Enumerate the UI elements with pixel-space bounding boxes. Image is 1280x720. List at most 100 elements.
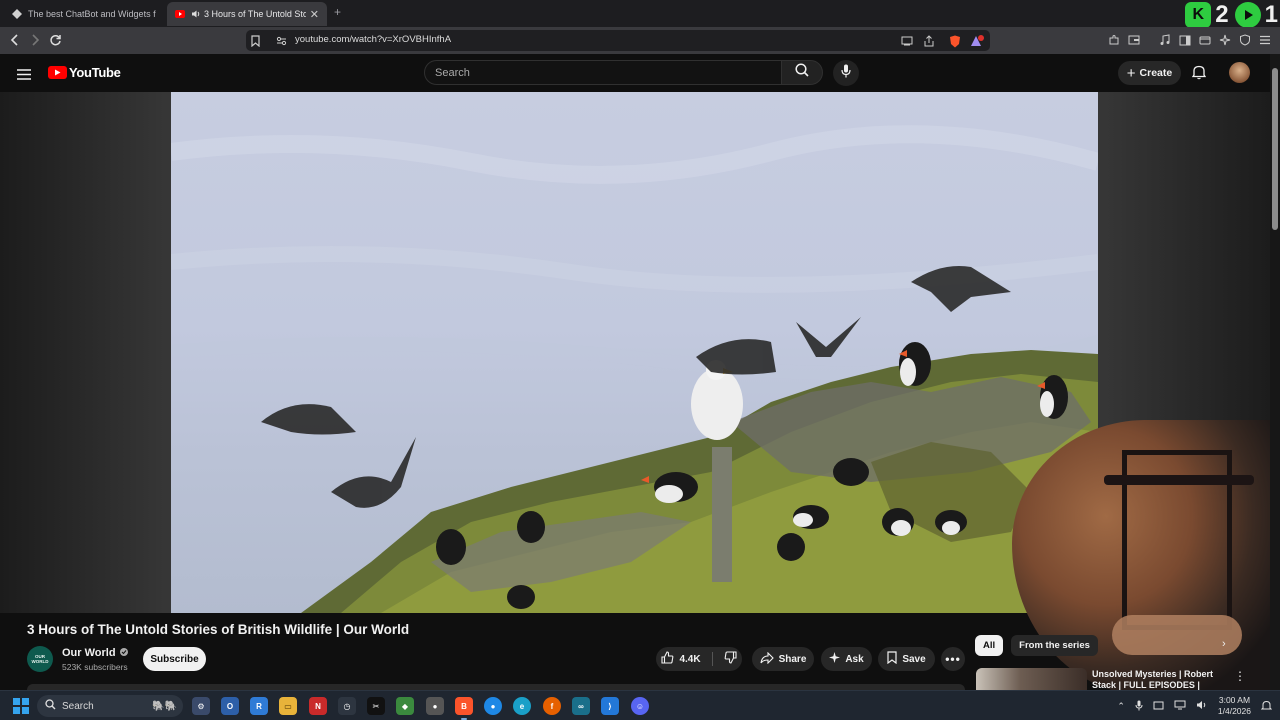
chip-all[interactable]: All xyxy=(975,634,1004,656)
channel-name-text: Our World xyxy=(62,647,116,659)
outlook-app-icon[interactable]: O xyxy=(221,697,239,715)
create-button[interactable]: + Create xyxy=(1118,61,1181,85)
search-highlight-icon: 🐘🐘 xyxy=(152,700,177,712)
youtube-wordmark: YouTube xyxy=(69,65,121,80)
capcut-app-icon[interactable]: ✂ xyxy=(367,697,385,715)
save-button[interactable]: Save xyxy=(878,647,935,671)
news-app-icon[interactable]: N xyxy=(309,697,327,715)
discord-app-icon[interactable]: ☺ xyxy=(631,697,649,715)
ask-button[interactable]: Ask xyxy=(821,647,872,671)
wallet-card-icon[interactable] xyxy=(1198,33,1212,47)
chevron-right-icon[interactable]: › xyxy=(1222,638,1226,650)
recommended-video-title[interactable]: Unsolved Mysteries | Robert Stack | FULL… xyxy=(1092,669,1222,691)
file-explorer-icon[interactable]: ▭ xyxy=(279,697,297,715)
video-player[interactable] xyxy=(171,92,1098,613)
microphone-tray-icon[interactable] xyxy=(1135,700,1143,713)
youtube-favicon-icon xyxy=(175,9,185,19)
system-tray: ⌃ 3:00 AM 1/4/2026 xyxy=(1117,691,1273,720)
search-input[interactable]: Search xyxy=(424,60,782,85)
share-button[interactable]: Share xyxy=(752,647,814,671)
plus-icon: + xyxy=(1126,64,1136,82)
sidebar-icon[interactable] xyxy=(1178,33,1192,47)
microphone-icon xyxy=(841,64,851,83)
overlay-count-kick: 2 xyxy=(1215,1,1229,28)
tab-chatbot[interactable]: The best ChatBot and Widgets for Ki xyxy=(4,2,164,26)
search-button[interactable] xyxy=(781,60,823,85)
address-bar[interactable]: youtube.com/watch?v=XrOVBHInfhA xyxy=(246,30,990,51)
close-tab-icon[interactable]: ✕ xyxy=(310,8,319,21)
screen: The best ChatBot and Widgets for Ki 3 Ho… xyxy=(0,0,1280,720)
widgets-app-icon[interactable]: ⚙ xyxy=(192,697,210,715)
clock-app-icon[interactable]: ◷ xyxy=(338,697,356,715)
menu-icon[interactable] xyxy=(1258,33,1272,47)
like-dislike-group: 4.4K xyxy=(656,647,742,671)
hamburger-menu-icon[interactable] xyxy=(17,67,31,85)
infinity-app-icon[interactable]: ∞ xyxy=(572,697,590,715)
webcam-background-bar xyxy=(1104,475,1254,485)
new-tab-button[interactable]: + xyxy=(334,5,341,19)
play-logo-icon xyxy=(1234,2,1261,28)
chrome-browser-icon[interactable]: ● xyxy=(484,697,502,715)
notifications-bell-icon[interactable] xyxy=(1191,64,1207,85)
network-icon[interactable] xyxy=(1174,700,1186,712)
clock-date: 1/4/2026 xyxy=(1217,706,1251,716)
tab-youtube-video[interactable]: 3 Hours of The Untold Stories ✕ xyxy=(167,2,327,26)
brave-shield-icon[interactable] xyxy=(948,34,962,48)
obs-app-icon[interactable]: ● xyxy=(426,697,444,715)
scrollbar-thumb[interactable] xyxy=(1272,68,1278,230)
youtube-masthead: YouTube Search + Create xyxy=(0,54,1270,92)
more-actions-button[interactable]: ••• xyxy=(941,647,965,671)
volume-icon[interactable] xyxy=(1196,700,1208,712)
like-count: 4.4K xyxy=(679,653,701,665)
chip-from-the-series[interactable]: From the series xyxy=(1011,634,1098,656)
subscribe-button[interactable]: Subscribe xyxy=(143,647,206,671)
account-avatar[interactable] xyxy=(1229,62,1250,83)
channel-name[interactable]: Our World xyxy=(62,647,128,659)
forward-icon[interactable] xyxy=(28,33,42,47)
music-icon[interactable] xyxy=(1158,33,1172,47)
wallet-icon[interactable] xyxy=(1127,33,1141,47)
save-label: Save xyxy=(902,653,926,665)
edge-browser-icon[interactable]: e xyxy=(513,697,531,715)
speaker-icon[interactable] xyxy=(191,9,201,19)
related-filter-chips: All From the series xyxy=(975,633,1240,657)
taskbar-search[interactable]: Search 🐘🐘 xyxy=(37,695,183,717)
brave-browser-icon[interactable]: B xyxy=(455,697,473,720)
leo-ai-icon[interactable] xyxy=(1218,33,1232,47)
page-scrollbar[interactable] xyxy=(1270,54,1280,690)
overlay-count-play: 1 xyxy=(1264,1,1278,28)
taskbar-clock[interactable]: 3:00 AM 1/4/2026 xyxy=(1218,695,1251,717)
dislike-button[interactable] xyxy=(724,651,737,667)
youtube-logo[interactable]: YouTube xyxy=(48,65,121,80)
recommended-video-thumbnail[interactable] xyxy=(976,668,1087,690)
windows-start-icon[interactable] xyxy=(13,698,29,714)
search-icon xyxy=(795,63,809,82)
tray-chevron-up-icon[interactable]: ⌃ xyxy=(1117,701,1125,712)
save-bookmark-icon xyxy=(887,651,897,667)
thumbs-up-icon xyxy=(661,651,674,667)
reload-icon[interactable] xyxy=(48,33,62,47)
shield-app-icon[interactable]: ◆ xyxy=(396,697,414,715)
vscode-app-icon[interactable]: ⟩ xyxy=(601,697,619,715)
like-button[interactable]: 4.4K xyxy=(661,651,701,667)
video-frame-puffins xyxy=(171,125,1098,613)
bookmark-icon[interactable] xyxy=(248,34,262,48)
tray-app-icon[interactable] xyxy=(1153,700,1164,713)
firefox-browser-icon[interactable]: f xyxy=(543,697,561,715)
notification-center-icon[interactable] xyxy=(1260,700,1273,713)
brave-rewards-icon[interactable] xyxy=(970,34,984,48)
extensions-icon[interactable] xyxy=(1107,33,1121,47)
remote-app-icon[interactable]: R xyxy=(250,697,268,715)
cast-icon[interactable] xyxy=(900,34,914,48)
create-label: Create xyxy=(1139,67,1173,79)
voice-search-button[interactable] xyxy=(833,60,859,86)
channel-avatar[interactable]: OUR WORLD xyxy=(27,646,53,672)
ask-label: Ask xyxy=(845,653,864,665)
vpn-shield-icon[interactable] xyxy=(1238,33,1252,47)
recommended-video-menu-icon[interactable]: ⋮ xyxy=(1234,669,1246,683)
share-page-icon[interactable] xyxy=(922,34,936,48)
more-horizontal-icon: ••• xyxy=(945,652,961,666)
site-settings-icon[interactable] xyxy=(274,34,288,48)
back-icon[interactable] xyxy=(8,33,22,47)
kick-logo-icon: K xyxy=(1185,2,1212,28)
